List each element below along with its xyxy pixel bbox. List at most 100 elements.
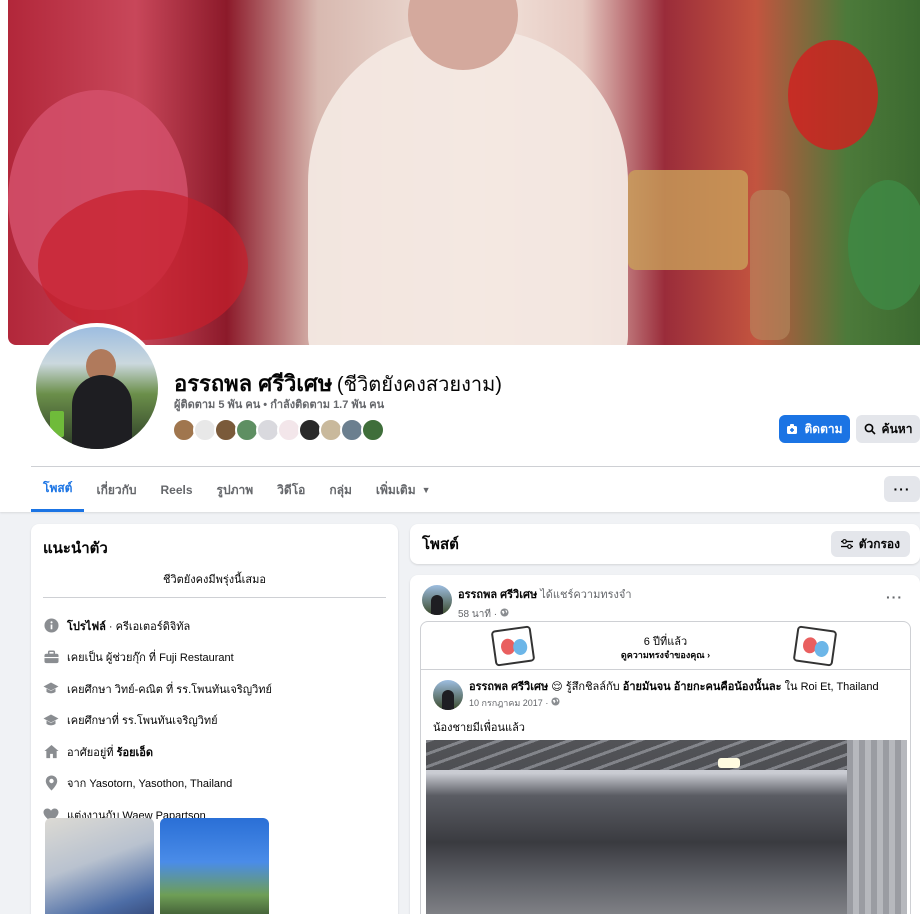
filter-button-label: ตัวกรอง [858,536,900,551]
more-options-button[interactable]: ··· [884,476,920,502]
tab-label: Reels [160,483,193,497]
featured-photo[interactable] [160,818,269,914]
post-author-avatar[interactable] [422,585,452,615]
photo-overlay-decoration [53,858,123,882]
original-post-location[interactable]: Roi Et, Thailand [801,681,879,693]
tab-label: โพสต์ [43,481,73,495]
cover-decoration [38,190,248,340]
intro-item-text: อาศัยอยู่ที่ [67,746,117,759]
original-post-date: 10 กรกฎาคม 2017 · [469,698,549,708]
intro-card: แนะนำตัว ชีวิตยังคงมีพรุ่งนี้เสมอ โปรไฟล… [31,524,398,914]
photo-light-decoration [718,758,740,768]
original-post-author[interactable]: อรรถพล ศรีวิเศษ [469,681,548,693]
original-post-photo[interactable] [426,740,907,914]
original-post-location-prefix: ใน [781,681,801,693]
profile-header: อรรถพล ศรีวิเศษ (ชีวิตยังคงสวยงาม) ผู้ติ… [0,0,920,512]
photo-wall-decoration [847,740,907,914]
cover-decoration [750,190,790,340]
intro-info-list: โปรไฟล์ · ครีเอเตอร์ดิจิทัล เคยเป็น ผู้ช… [43,610,386,831]
intro-featured-photos [45,818,269,914]
intro-title: แนะนำตัว [43,540,108,557]
tab-photos[interactable]: รูปภาพ [205,468,266,512]
view-memories-link[interactable]: ดูความทรงจำของคุณ › [421,648,910,662]
original-post-avatar[interactable] [433,680,463,710]
original-post-tagged[interactable]: อ้ายมันจน อ้ายกะคนคือน้องนั้นละ [623,681,782,693]
post-card: อรรถพล ศรีวิเศษ ได้แชร์ความทรงจำ 58 นาที… [410,575,920,914]
intro-item-lives-in: อาศัยอยู่ที่ ร้อยเอ็ด [43,736,386,768]
intro-item-education: เคยศึกษา วิทย์-คณิต ที่ รร.โพนทันเจริญวิ… [43,673,386,705]
graduation-cap-icon [43,712,59,728]
intro-item-text: เคยศึกษาที่ รร.โพนทันเจริญวิทย์ [67,715,218,728]
posts-header-card: โพสต์ ตัวกรอง [410,524,920,564]
search-button-label: ค้นหา [881,421,913,436]
search-icon [864,423,876,435]
intro-item-place[interactable]: ร้อยเอ็ด [117,747,153,759]
tab-label: กลุ่ม [329,482,352,497]
chevron-down-icon: ▼ [421,485,431,495]
more-dots-icon: ··· [893,481,911,497]
original-post-text: น้องชายมีเพื่อนแล้ว [433,722,525,734]
post-options-icon[interactable]: ··· [886,589,903,605]
globe-icon [551,697,560,708]
cover-photo[interactable] [8,0,920,345]
avatar-drink [50,411,64,437]
intro-item-from: จาก Yasotorn, Yasothon, Thailand [43,768,386,800]
tab-videos[interactable]: วิดีโอ [265,468,317,512]
briefcase-icon [43,649,59,665]
original-post-feeling: 😌 รู้สึกชิลล์กับ [548,681,623,693]
featured-photo[interactable] [45,818,154,914]
friend-avatar[interactable] [361,418,385,442]
post-action-text: ได้แชร์ความทรงจำ [537,589,632,601]
intro-item-work: เคยเป็น ผู้ช่วยกุ๊ก ที่ Fuji Restaurant [43,642,386,674]
follow-button-label: ติดตาม [804,421,843,436]
intro-item-text: จาก Yasotorn, Yasothon, Thailand [67,778,233,791]
intro-bio: ชีวิตยังคงมีพรุ่งนี้เสมอ [43,570,386,598]
avatar-body [72,375,132,449]
tab-groups[interactable]: กลุ่ม [317,468,364,512]
follow-stats[interactable]: ผู้ติดตาม 5 พัน คน • กำลังติดตาม 1.7 พัน… [174,395,384,413]
intro-item-profile: โปรไฟล์ · ครีเอเตอร์ดิจิทัล [43,610,386,642]
post-time-text: 58 นาที · [458,609,498,620]
follow-button[interactable]: ติดตาม [779,415,850,443]
tab-more[interactable]: เพิ่มเติม ▼ [364,468,443,512]
friends-avatar-row [172,418,385,442]
original-post-timestamp[interactable]: 10 กรกฎาคม 2017 · [469,696,909,710]
profile-alternate-name: (ชีวิตยังคงสวยงาม) [336,374,502,396]
tab-label: เพิ่มเติม [375,482,416,497]
tab-label: รูปภาพ [216,482,254,497]
post-author-name[interactable]: อรรถพล ศรีวิเศษ [458,589,537,601]
globe-icon [500,608,509,620]
memory-banner: 6 ปีที่แล้ว ดูความทรงจำของคุณ › [421,622,910,670]
original-post-meta: อรรถพล ศรีวิเศษ 😌 รู้สึกชิลล์กับ อ้ายมัน… [469,680,909,710]
tab-label: เกี่ยวกับ [96,482,137,497]
filter-button[interactable]: ตัวกรอง [830,531,910,557]
intro-item-prefix: โปรไฟล์ [67,620,106,633]
photo-roof-decoration [426,740,907,770]
cover-decoration [628,170,748,270]
profile-tabs: โพสต์ เกี่ยวกับ Reels รูปภาพ วิดีโอ กลุ่… [31,468,443,512]
memory-sticker-icon [792,625,838,667]
location-pin-icon [43,775,59,791]
tab-about[interactable]: เกี่ยวกับ [84,468,148,512]
post-timestamp[interactable]: 58 นาที · [458,607,632,622]
tab-label: วิดีโอ [277,482,306,497]
tab-reels[interactable]: Reels [149,468,205,512]
intro-item-text: เคยศึกษา วิทย์-คณิต ที่ รร.โพนทันเจริญวิ… [67,683,272,696]
profile-avatar[interactable] [32,323,162,453]
posts-title: โพสต์ [422,536,459,553]
cover-decoration [848,180,920,310]
tab-posts[interactable]: โพสต์ [31,468,85,512]
info-icon [43,618,59,634]
cover-decoration [308,30,628,345]
follow-icon [787,424,798,434]
view-memories-label: ดูความทรงจำของคุณ [620,650,705,660]
graduation-cap-icon [43,681,59,697]
search-button[interactable]: ค้นหา [856,415,920,443]
intro-item-text: · ครีเอเตอร์ดิจิทัล [105,620,191,633]
profile-name: อรรถพล ศรีวิเศษ [174,371,333,396]
home-icon [43,744,59,760]
header-divider [31,466,920,467]
intro-item-text: เคยเป็น ผู้ช่วยกุ๊ก ที่ Fuji Restaurant [67,652,234,665]
chevron-right-icon: › [707,650,711,660]
cover-decoration [788,40,878,150]
